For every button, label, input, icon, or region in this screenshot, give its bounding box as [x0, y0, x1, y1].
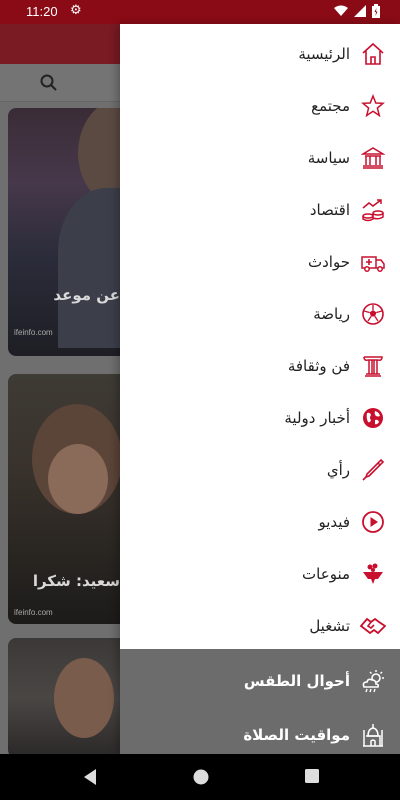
- news-photo-face: [48, 444, 108, 514]
- mosque-icon: [360, 722, 386, 748]
- home-icon: [360, 41, 386, 67]
- drawer-item-economy[interactable]: اقتصاد: [120, 184, 400, 236]
- drawer-item-label: اقتصاد: [309, 201, 350, 219]
- status-bar: 11:20 ⚙: [0, 0, 400, 24]
- drawer-item-prayer-times[interactable]: مواقيت الصلاة: [120, 709, 400, 754]
- drawer-item-video[interactable]: فيديو: [120, 496, 400, 548]
- drawer-item-label: سياسة: [307, 149, 350, 167]
- status-time: 11:20: [26, 4, 58, 19]
- drawer-item-label: فيديو: [318, 513, 351, 531]
- drawer-item-art-culture[interactable]: فن وثقافة: [120, 340, 400, 392]
- drawer-item-label: مواقيت الصلاة: [243, 726, 350, 744]
- coins-chart-icon: [360, 197, 386, 223]
- app-toolbar: [0, 24, 120, 64]
- weather-icon: [360, 668, 386, 694]
- home-circle-icon[interactable]: [192, 768, 210, 786]
- globe-icon: [360, 405, 386, 431]
- column-icon: [360, 353, 386, 379]
- recents-icon[interactable]: [304, 768, 320, 784]
- drawer-item-label: منوعات: [302, 565, 350, 583]
- drawer-item-label: تشغيل: [309, 617, 350, 635]
- drawer-secondary-section: أحوال الطقس مواقيت الصلاة: [120, 649, 400, 754]
- battery-icon: [372, 4, 380, 18]
- news-source: ifeinfo.com: [14, 608, 53, 617]
- news-photo-shape: [58, 188, 120, 348]
- drawer-item-opinion[interactable]: رأي: [120, 444, 400, 496]
- search-icon[interactable]: [40, 74, 58, 92]
- signal-icon: [354, 5, 366, 17]
- gear-icon: ⚙: [70, 3, 82, 18]
- news-card[interactable]: [8, 638, 120, 754]
- drawer-item-label: رأي: [326, 461, 350, 479]
- pen-icon: [360, 457, 386, 483]
- handshake-icon: [360, 613, 386, 639]
- drawer-item-label: أخبار دولية: [284, 409, 350, 427]
- drawer-item-label: أحوال الطقس: [243, 672, 350, 690]
- drawer-item-employment[interactable]: تشغيل: [120, 600, 400, 652]
- news-source: ifeinfo.com: [14, 328, 53, 337]
- news-card[interactable]: عن موعد ifeinfo.com: [8, 108, 120, 356]
- drawer-item-label: مجتمع: [311, 97, 350, 115]
- drawer-item-misc[interactable]: منوعات: [120, 548, 400, 600]
- news-headline: عن موعد: [53, 286, 120, 304]
- drawer-item-politics[interactable]: سياسة: [120, 132, 400, 184]
- news-photo: [54, 658, 114, 738]
- search-bar[interactable]: [0, 64, 120, 102]
- drawer-item-label: فن وثقافة: [287, 357, 350, 375]
- government-building-icon: [360, 145, 386, 171]
- news-card[interactable]: سعيد: شكرا ifeinfo.com: [8, 374, 120, 624]
- ambulance-icon: [360, 249, 386, 275]
- drawer-item-label: الرئيسية: [298, 45, 350, 63]
- navigation-drawer[interactable]: الرئيسية مجتمع سياسة اقتصاد حوادث رياضة: [120, 24, 400, 754]
- system-nav-bar: [0, 754, 400, 800]
- star-icon: [360, 93, 386, 119]
- bowl-icon: [360, 561, 386, 587]
- wifi-icon: [334, 5, 348, 16]
- back-icon[interactable]: [82, 768, 98, 786]
- background-news-feed[interactable]: عن موعد ifeinfo.com سعيد: شكرا ifeinfo.c…: [0, 24, 120, 754]
- drawer-item-weather[interactable]: أحوال الطقس: [120, 655, 400, 707]
- play-icon: [360, 509, 386, 535]
- drawer-item-society[interactable]: مجتمع: [120, 80, 400, 132]
- drawer-item-sports[interactable]: رياضة: [120, 288, 400, 340]
- drawer-item-accidents[interactable]: حوادث: [120, 236, 400, 288]
- drawer-item-label: رياضة: [313, 305, 350, 323]
- status-icons: [334, 4, 380, 18]
- soccer-ball-icon: [360, 301, 386, 327]
- drawer-item-home[interactable]: الرئيسية: [120, 28, 400, 80]
- news-headline: سعيد: شكرا: [32, 572, 120, 590]
- drawer-item-international[interactable]: أخبار دولية: [120, 392, 400, 444]
- drawer-item-label: حوادث: [308, 253, 350, 271]
